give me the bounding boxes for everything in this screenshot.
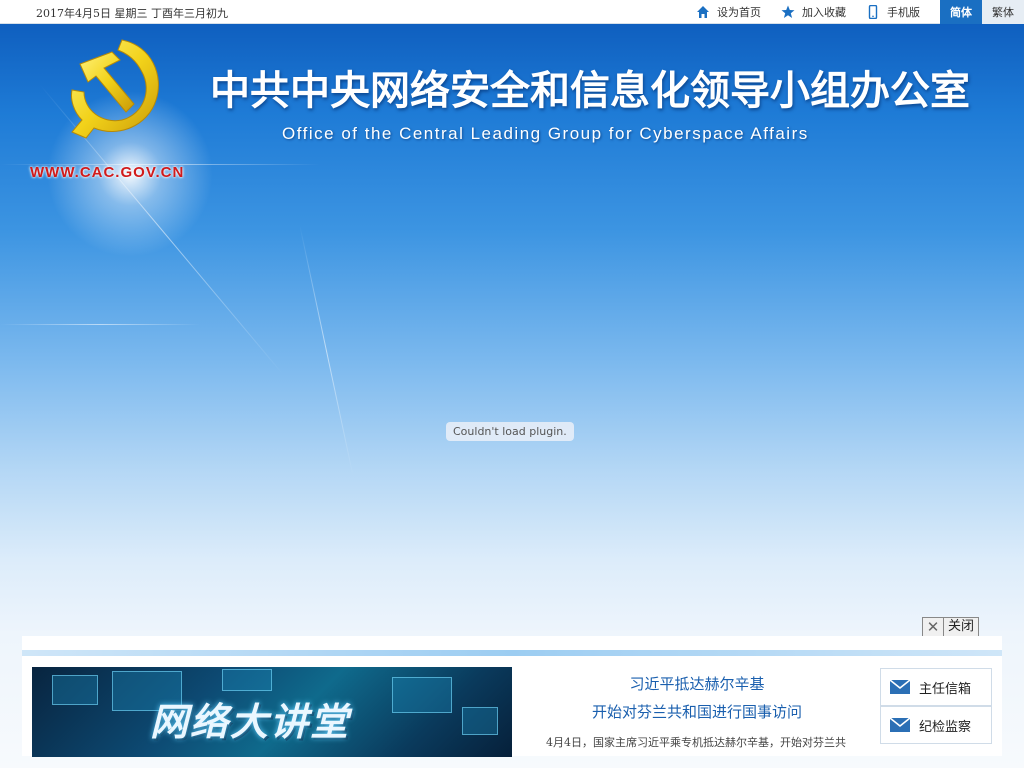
- mobile-version-label: 手机版: [887, 6, 920, 19]
- discipline-inspection-label: 纪检监察: [919, 719, 972, 735]
- mobile-version-link[interactable]: 手机版: [866, 4, 920, 20]
- light-ray: [299, 224, 355, 479]
- add-favorite-label: 加入收藏: [802, 6, 846, 19]
- discipline-inspection-link[interactable]: 纪检监察: [880, 706, 992, 744]
- party-emblem-icon: [71, 39, 159, 139]
- headline-summary: 4月4日，国家主席习近平乘专机抵达赫尔辛基，开始对芬兰共: [546, 736, 846, 749]
- decor-screen: [462, 707, 498, 735]
- top-links: 设为首页 加入收藏 手机版 简体 繁体: [696, 0, 1024, 24]
- site-title-chinese: 中共中央网络安全和信息化领导小组办公室: [210, 68, 970, 114]
- side-links: 主任信箱 纪检监察: [880, 668, 992, 744]
- language-switch: 简体 繁体: [940, 0, 1024, 24]
- traditional-chinese-button[interactable]: 繁体: [982, 0, 1024, 24]
- close-bar: ✕ 关闭: [922, 617, 980, 637]
- site-url: WWW.CAC.GOV.CN: [30, 164, 185, 181]
- headline-line-1[interactable]: 习近平抵达赫尔辛基: [522, 670, 872, 698]
- content-panel: 网络大讲堂 习近平抵达赫尔辛基 开始对芬兰共和国进行国事访问 4月4日，国家主席…: [22, 636, 1002, 757]
- feature-title: 网络大讲堂: [150, 700, 351, 744]
- close-icon[interactable]: ✕: [923, 618, 944, 636]
- mail-icon: [889, 679, 911, 694]
- current-date: 2017年4月5日 星期三 丁酉年三月初九: [36, 7, 228, 20]
- simplified-chinese-button[interactable]: 简体: [940, 0, 982, 24]
- panel-stripe: [22, 650, 1002, 656]
- director-mailbox-link[interactable]: 主任信箱: [880, 668, 992, 706]
- star-icon: [781, 5, 795, 18]
- decor-screen: [392, 677, 452, 713]
- mail-icon: [889, 717, 911, 732]
- decor-screen: [222, 669, 272, 691]
- headline-news: 习近平抵达赫尔辛基 开始对芬兰共和国进行国事访问 4月4日，国家主席习近平乘专机…: [522, 670, 872, 750]
- feature-banner[interactable]: 网络大讲堂: [32, 667, 512, 757]
- mobile-icon: [868, 5, 878, 19]
- decor-screen: [52, 675, 98, 705]
- light-ray: [0, 324, 200, 325]
- set-homepage-link[interactable]: 设为首页: [696, 4, 761, 20]
- set-homepage-label: 设为首页: [717, 6, 761, 19]
- add-favorite-link[interactable]: 加入收藏: [781, 4, 846, 20]
- headline-line-2[interactable]: 开始对芬兰共和国进行国事访问: [522, 698, 872, 726]
- home-icon: [697, 6, 709, 18]
- director-mailbox-label: 主任信箱: [919, 681, 972, 697]
- top-bar: 2017年4月5日 星期三 丁酉年三月初九 设为首页 加入收藏 手机版 简体 繁…: [0, 0, 1024, 24]
- plugin-error-message: Couldn't load plugin.: [446, 422, 574, 441]
- close-button[interactable]: 关闭: [944, 618, 978, 636]
- site-title-english: Office of the Central Leading Group for …: [282, 124, 809, 143]
